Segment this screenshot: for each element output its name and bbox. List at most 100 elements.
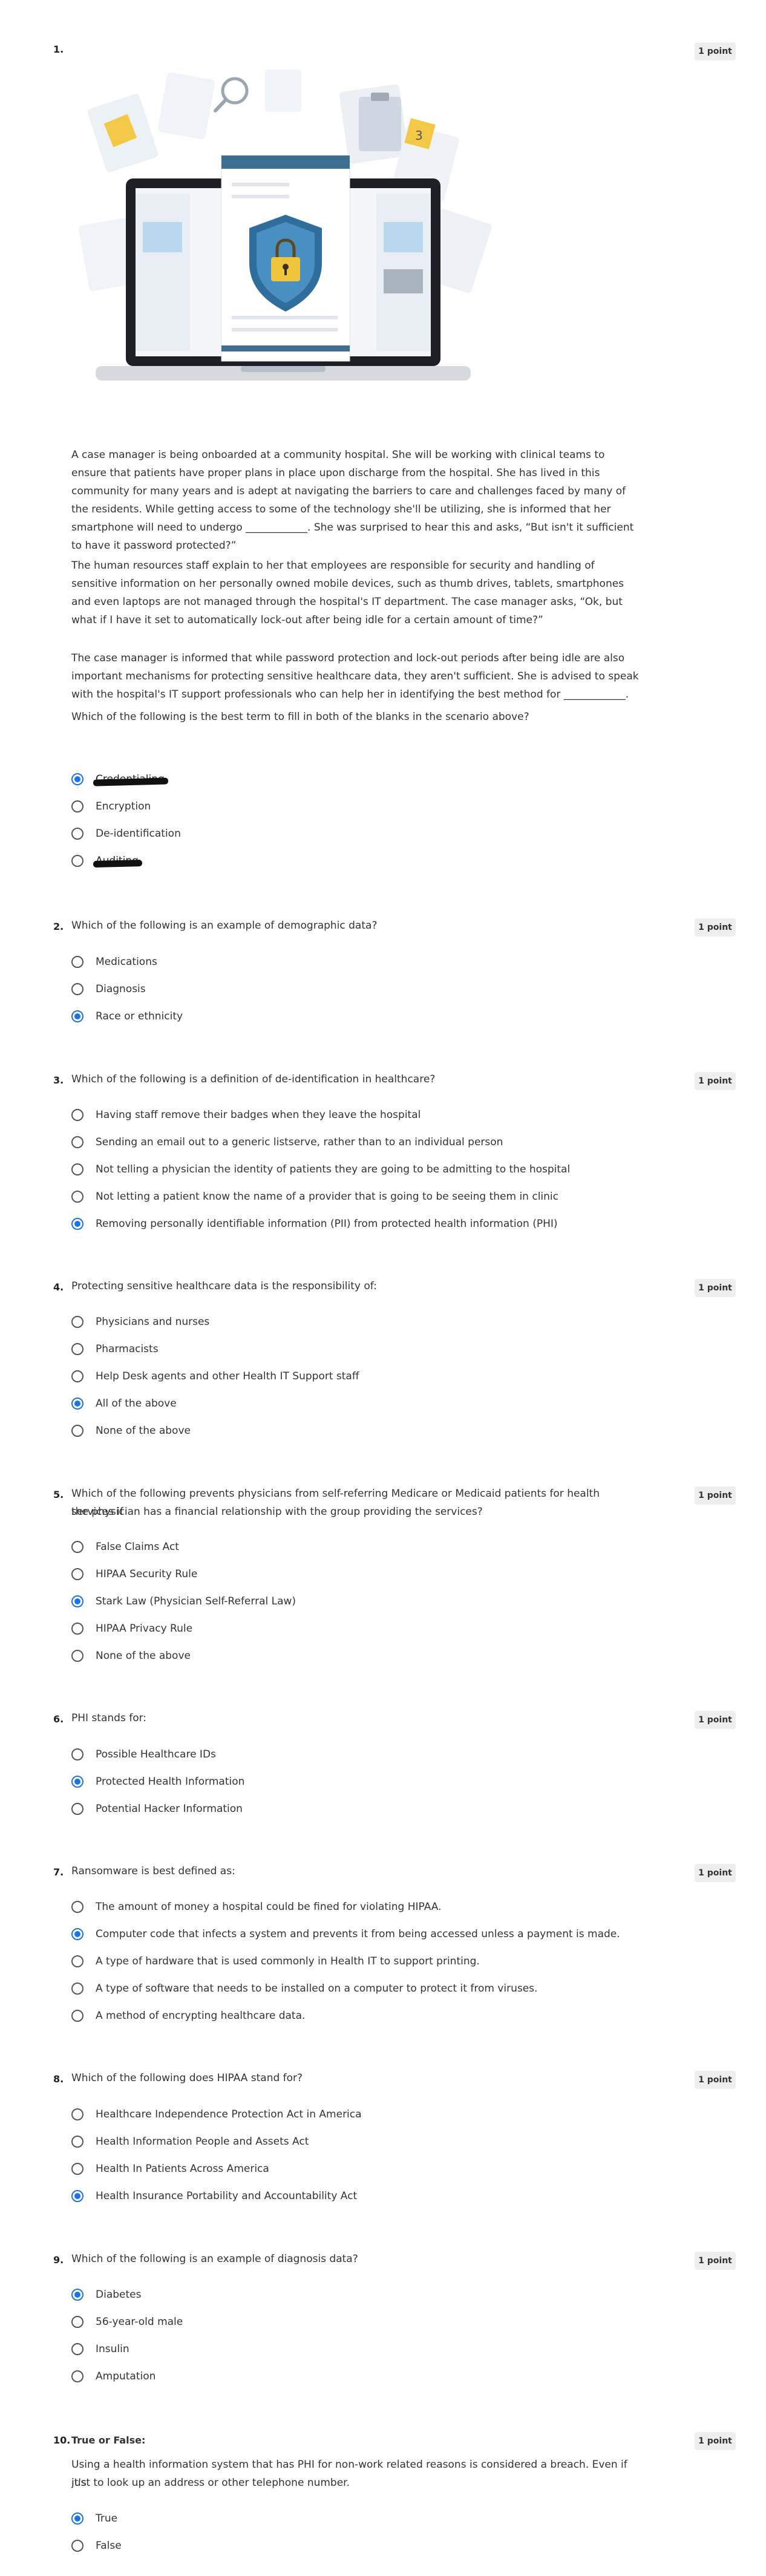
radio-button[interactable]	[71, 1343, 83, 1355]
answer-option[interactable]: HIPAA Privacy Rule	[71, 1620, 192, 1638]
answer-option[interactable]: True	[71, 2509, 117, 2528]
answer-option[interactable]: Healthcare Independence Protection Act i…	[71, 2105, 362, 2123]
answer-option[interactable]: Credentialing	[71, 770, 165, 788]
radio-button[interactable]	[71, 1109, 83, 1121]
answer-option[interactable]: HIPAA Security Rule	[71, 1565, 197, 1583]
answer-option[interactable]: A type of hardware that is used commonly…	[71, 1952, 480, 1970]
radio-button[interactable]	[71, 1901, 83, 1913]
answer-option[interactable]: Potential Hacker Information	[71, 1800, 243, 1818]
radio-button[interactable]	[71, 956, 83, 968]
answer-option[interactable]: Physicians and nurses	[71, 1313, 209, 1331]
radio-button[interactable]	[71, 1316, 83, 1328]
scenario-paragraph: The case manager is informed that while …	[71, 652, 639, 701]
radio-button[interactable]	[71, 1541, 83, 1553]
radio-button[interactable]	[71, 2343, 83, 2355]
answer-option[interactable]: Health Information People and Assets Act	[71, 2133, 309, 2151]
radio-button[interactable]	[71, 1163, 83, 1175]
answer-option[interactable]: None of the above	[71, 1422, 191, 1440]
answer-option[interactable]: Encryption	[71, 797, 151, 816]
answer-option[interactable]: Removing personally identifiable informa…	[71, 1215, 558, 1233]
answer-option[interactable]: Diagnosis	[71, 980, 146, 998]
answer-option[interactable]: None of the above	[71, 1647, 191, 1665]
answer-option[interactable]: Not telling a physician the identity of …	[71, 1160, 570, 1178]
option-label: Encryption	[96, 800, 151, 812]
radio-button[interactable]	[71, 1425, 83, 1437]
option-label: Insulin	[96, 2343, 129, 2355]
question-prompt: Ransomware is best defined as:	[71, 1865, 235, 1877]
radio-button[interactable]	[71, 1370, 83, 1382]
radio-button[interactable]	[71, 1623, 83, 1635]
answer-option[interactable]: Health Insurance Portability and Account…	[71, 2187, 357, 2205]
radio-button[interactable]	[71, 2163, 83, 2175]
answer-option[interactable]: Diabetes	[71, 2286, 141, 2304]
option-label: Sending an email out to a generic listse…	[96, 1136, 503, 1148]
radio-button[interactable]	[71, 2190, 83, 2202]
answer-option[interactable]: Not letting a patient know the name of a…	[71, 1188, 558, 1206]
answer-option[interactable]: Help Desk agents and other Health IT Sup…	[71, 1367, 359, 1385]
question-prompt: Which of the following does HIPAA stand …	[71, 2072, 303, 2084]
radio-button[interactable]	[71, 1776, 83, 1788]
question-number: 8.	[53, 2073, 64, 2085]
points-badge: 1 point	[695, 1279, 736, 1297]
radio-button[interactable]	[71, 1955, 83, 1967]
answer-option[interactable]: Possible Healthcare IDs	[71, 1745, 216, 1764]
option-label: Help Desk agents and other Health IT Sup…	[96, 1370, 359, 1382]
answer-option[interactable]: Stark Law (Physician Self-Referral Law)	[71, 1592, 296, 1610]
answer-option[interactable]: Health In Patients Across America	[71, 2160, 269, 2178]
answer-option[interactable]: Medications	[71, 953, 157, 971]
radio-button[interactable]	[71, 2316, 83, 2328]
answer-option[interactable]: Auditing	[71, 852, 139, 870]
answer-option[interactable]: Amputation	[71, 2367, 155, 2385]
option-label: Amputation	[96, 2370, 156, 2382]
radio-button[interactable]	[71, 2540, 83, 2552]
radio-button[interactable]	[71, 1983, 83, 1995]
radio-button[interactable]	[71, 983, 83, 995]
radio-button[interactable]	[71, 1191, 83, 1203]
option-label: Healthcare Independence Protection Act i…	[96, 2108, 362, 2120]
answer-option[interactable]: A method of encrypting healthcare data.	[71, 2007, 305, 2025]
answer-option[interactable]: False Claims Act	[71, 1538, 179, 1556]
radio-button[interactable]	[71, 1928, 83, 1940]
radio-button[interactable]	[71, 2108, 83, 2120]
answer-option[interactable]: Computer code that infects a system and …	[71, 1925, 620, 1943]
question-number: 2.	[53, 921, 64, 932]
question-number: 10.	[53, 2434, 71, 2446]
radio-button[interactable]	[71, 1650, 83, 1662]
radio-button[interactable]	[71, 1398, 83, 1410]
question-prompt: Which of the following is the best term …	[71, 711, 529, 723]
radio-button[interactable]	[71, 2136, 83, 2148]
answer-option[interactable]: Pharmacists	[71, 1340, 159, 1358]
radio-button[interactable]	[71, 1136, 83, 1148]
radio-button[interactable]	[71, 1748, 83, 1760]
answer-option[interactable]: Sending an email out to a generic listse…	[71, 1133, 503, 1151]
radio-button[interactable]	[71, 855, 83, 867]
radio-button[interactable]	[71, 1803, 83, 1815]
radio-button[interactable]	[71, 2289, 83, 2301]
radio-button[interactable]	[71, 773, 83, 785]
radio-button[interactable]	[71, 1218, 83, 1230]
answer-option[interactable]: The amount of money a hospital could be …	[71, 1898, 442, 1916]
option-label: Credentialing	[96, 773, 165, 785]
answer-option[interactable]: De-identification	[71, 825, 181, 843]
answer-option[interactable]: 56-year-old male	[71, 2313, 183, 2331]
radio-button[interactable]	[71, 1010, 83, 1022]
radio-button[interactable]	[71, 2010, 83, 2022]
radio-button[interactable]	[71, 2370, 83, 2382]
radio-button[interactable]	[71, 1595, 83, 1607]
answer-option[interactable]: False	[71, 2537, 122, 2555]
radio-button[interactable]	[71, 2512, 83, 2525]
radio-button[interactable]	[71, 1568, 83, 1580]
answer-option[interactable]: Having staff remove their badges when th…	[71, 1106, 421, 1124]
option-label: The amount of money a hospital could be …	[96, 1901, 442, 1913]
option-label: Physicians and nurses	[96, 1316, 210, 1328]
answer-option[interactable]: All of the above	[71, 1394, 177, 1413]
option-label: Medications	[96, 956, 157, 968]
answer-option[interactable]: A type of software that needs to be inst…	[71, 1979, 537, 1998]
answer-option[interactable]: Race or ethnicity	[71, 1007, 183, 1025]
radio-button[interactable]	[71, 828, 83, 840]
answer-option[interactable]: Insulin	[71, 2340, 129, 2358]
radio-button[interactable]	[71, 800, 83, 812]
option-label: 56-year-old male	[96, 2316, 183, 2328]
answer-option[interactable]: Protected Health Information	[71, 1773, 244, 1791]
option-label: A method of encrypting healthcare data.	[96, 2010, 306, 2022]
